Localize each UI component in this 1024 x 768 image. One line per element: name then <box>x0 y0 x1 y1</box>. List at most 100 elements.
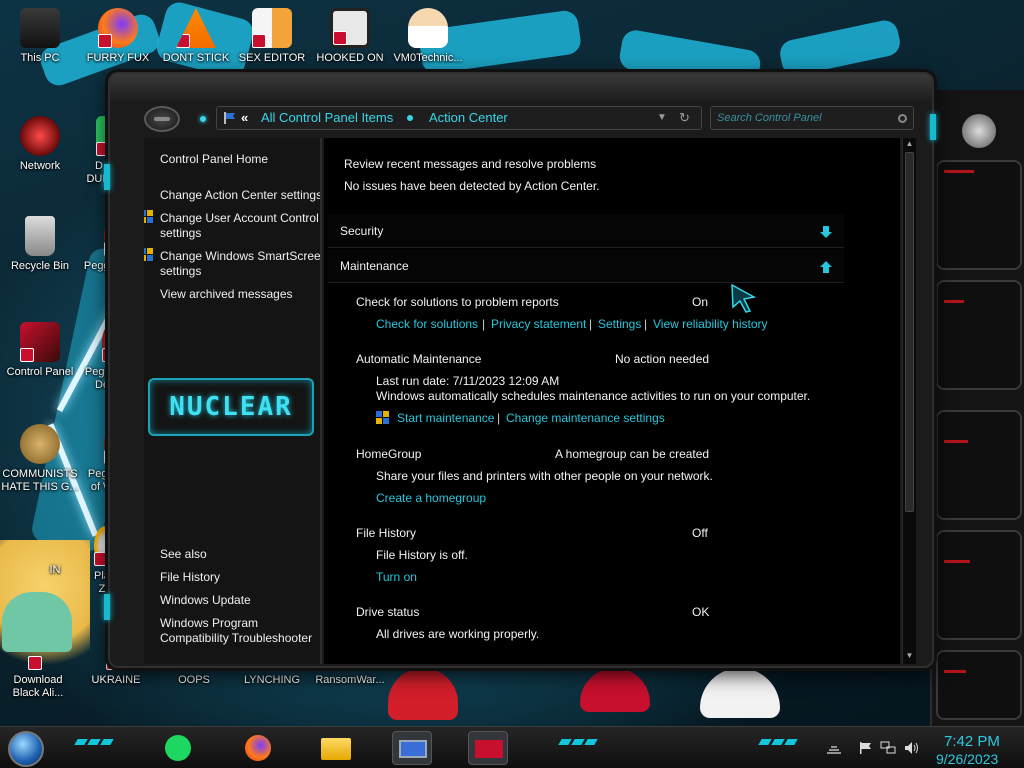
link-separator: | <box>644 317 648 331</box>
frame-accent <box>104 594 110 620</box>
see-also-file-history-link[interactable]: File History <box>160 570 320 585</box>
taskbar-firefox-button[interactable] <box>238 731 278 765</box>
money-bag-icon <box>20 424 60 464</box>
view-reliability-history-link[interactable]: View reliability history <box>653 317 768 331</box>
computer-icon <box>20 8 60 48</box>
system-tray: 7:42 PM 9/26/2023 <box>826 733 1024 767</box>
file-history-description: File History is off. <box>376 548 468 562</box>
problem-reports-status: On <box>692 295 709 309</box>
address-bar[interactable]: « All Control Panel Items Action Center … <box>216 106 702 130</box>
change-uac-settings-link[interactable]: Change User Account Control settings <box>160 211 320 241</box>
desktop-icon-recycle-bin[interactable]: Recycle Bin <box>2 216 78 273</box>
breadcrumb-separator <box>407 115 413 121</box>
page-title: Review recent messages and resolve probl… <box>344 157 597 171</box>
scroll-up-icon[interactable]: ▲ <box>903 138 916 150</box>
drive-status-value: OK <box>692 605 710 619</box>
nuclear-theme-logo: NUCLEAR <box>148 378 314 436</box>
start-button[interactable] <box>8 731 44 767</box>
firefox-icon <box>98 8 138 48</box>
spotify-icon <box>165 735 191 761</box>
link-separator: | <box>589 317 593 331</box>
security-section-header[interactable]: Security <box>328 214 844 248</box>
taskbar-window-button[interactable] <box>468 731 508 765</box>
scroll-thumb[interactable] <box>905 152 914 512</box>
desktop-icon-sex-editor[interactable]: SEX EDITOR <box>234 8 310 65</box>
automatic-maintenance-title: Automatic Maintenance <box>356 352 482 366</box>
desktop-icon-vm0technic[interactable]: VM0Technic... <box>390 8 466 65</box>
action-center-flag-icon[interactable] <box>858 741 874 755</box>
create-homegroup-link[interactable]: Create a homegroup <box>376 491 486 505</box>
taskbar: 7:42 PM 9/26/2023 <box>0 726 1024 768</box>
homegroup-status: A homegroup can be created <box>555 447 710 461</box>
check-for-solutions-link[interactable]: Check for solutions <box>376 317 478 331</box>
collapse-up-arrow-icon[interactable] <box>818 259 834 275</box>
desktop-icon-furry-fux[interactable]: FURRY FUX <box>80 8 156 65</box>
status-summary: No issues have been detected by Action C… <box>344 179 600 193</box>
desktop-icon-this-pc[interactable]: This PC <box>2 8 78 65</box>
homegroup-description: Share your files and printers with other… <box>376 469 713 483</box>
back-forward-orb-icon[interactable] <box>144 106 180 132</box>
see-also-windows-update-link[interactable]: Windows Update <box>160 593 320 608</box>
network-icon[interactable] <box>880 741 896 755</box>
network-icon <box>20 116 60 156</box>
taskbar-accent <box>758 739 798 745</box>
view-archived-messages-link[interactable]: View archived messages <box>160 287 320 302</box>
settings-link[interactable]: Settings <box>598 317 641 331</box>
desktop-icon-hooked-on[interactable]: HOOKED ON <box>312 8 388 65</box>
taskbar-spotify-button[interactable] <box>158 731 198 765</box>
change-smartscreen-settings-link[interactable]: Change Windows SmartScreen settings <box>160 249 320 279</box>
see-also-compat-troubleshooter-link[interactable]: Windows Program Compatibility Troublesho… <box>160 616 320 646</box>
recycle-bin-icon <box>25 216 55 256</box>
left-navigation-pane: Control Panel Home Change Action Center … <box>144 138 322 664</box>
alienware-hud-panel <box>930 90 1024 730</box>
taskbar-file-explorer-button[interactable] <box>316 731 356 765</box>
privacy-statement-link[interactable]: Privacy statement <box>491 317 586 331</box>
taskbar-control-panel-button[interactable] <box>392 731 432 765</box>
clock-time[interactable]: 7:42 PM <box>944 733 1000 750</box>
start-maintenance-link[interactable]: Start maintenance <box>397 411 494 425</box>
desktop-icon-download-black-ali[interactable]: Download Black Ali... <box>0 630 76 700</box>
vlc-cone-icon <box>176 8 216 48</box>
change-maintenance-settings-link[interactable]: Change maintenance settings <box>506 411 665 425</box>
action-center-window: « All Control Panel Items Action Center … <box>104 72 936 668</box>
app-icon <box>475 740 503 758</box>
expand-down-arrow-icon[interactable] <box>818 224 834 240</box>
desktop-icon-in[interactable]: IN <box>30 530 80 577</box>
breadcrumb-overflow-chevron[interactable]: « <box>241 107 248 129</box>
drive-status-title: Drive status <box>356 605 420 619</box>
window-title-bar[interactable] <box>110 74 932 102</box>
maintenance-section-header[interactable]: Maintenance <box>328 249 844 283</box>
scroll-down-icon[interactable]: ▼ <box>903 650 916 662</box>
folder-icon <box>321 738 351 760</box>
refresh-icon[interactable]: ↻ <box>679 107 690 129</box>
drive-status-description: All drives are working properly. <box>376 627 540 641</box>
action-center-content: Review recent messages and resolve probl… <box>324 138 900 664</box>
change-action-center-settings-link[interactable]: Change Action Center settings <box>160 188 320 203</box>
control-panel-flag-icon <box>224 112 235 124</box>
turn-on-file-history-link[interactable]: Turn on <box>376 570 417 584</box>
link-separator: | <box>482 317 486 331</box>
breadcrumb-all-control-panel-items[interactable]: All Control Panel Items <box>261 107 393 129</box>
control-panel-home-link[interactable]: Control Panel Home <box>160 152 320 167</box>
search-icon[interactable] <box>898 114 907 123</box>
volume-icon[interactable] <box>904 741 920 755</box>
desktop-icon-communists[interactable]: COMMUNISTS HATE THIS G... <box>0 424 80 494</box>
search-input[interactable]: Search Control Panel <box>710 106 914 130</box>
breadcrumb-action-center[interactable]: Action Center <box>429 107 508 129</box>
app-icon <box>28 630 48 670</box>
content-scrollbar[interactable]: ▲ ▼ <box>902 138 916 664</box>
desktop-icon-control-panel[interactable]: Control Panel <box>2 322 78 379</box>
clock-date[interactable]: 9/26/2023 <box>936 751 998 767</box>
uac-shield-icon <box>144 248 154 262</box>
control-panel-icon <box>20 322 60 362</box>
alien-head-icon <box>962 114 996 148</box>
show-desktop-icon[interactable] <box>826 741 842 755</box>
frame-accent <box>104 164 110 190</box>
uac-shield-icon <box>144 210 154 224</box>
file-history-title: File History <box>356 526 417 540</box>
link-separator: | <box>497 411 501 425</box>
desktop-icon-dont-stick[interactable]: DONT STICK <box>158 8 234 65</box>
address-dropdown-icon[interactable]: ▼ <box>657 107 667 129</box>
automatic-maintenance-status: No action needed <box>615 352 710 366</box>
taskbar-accent <box>558 739 598 745</box>
